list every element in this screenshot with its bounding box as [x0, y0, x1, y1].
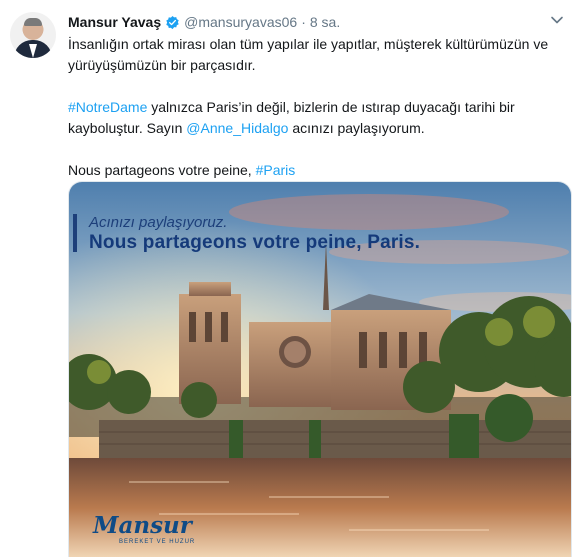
author-name[interactable]: Mansur Yavaş [68, 14, 161, 30]
chevron-down-icon[interactable] [550, 14, 564, 26]
brand-logo: Mansur [93, 512, 192, 539]
tweet-text: İnsanlığın ortak mirası olan tüm yapılar… [68, 34, 562, 181]
hashtag-paris[interactable]: #Paris [256, 162, 296, 178]
avatar-hair [24, 18, 42, 26]
tweet-time[interactable]: 8 sa. [310, 14, 340, 30]
tweet-line: kayboluştur. Sayın @Anne_Hidalgo acınızı… [68, 118, 562, 139]
brand-tagline: BEREKET VE HUZUR [119, 539, 196, 545]
tweet-text-segment: Nous partageons votre peine, [68, 162, 256, 178]
tweet-line: Nous partageons votre peine, #Paris [68, 160, 562, 181]
tweet-line: #NotreDame yalnızca Paris’in değil, bizl… [68, 97, 562, 118]
tweet-text-segment: kayboluştur. Sayın [68, 120, 187, 136]
headline-accent-bar [73, 214, 77, 252]
tweet-text-segment: yalnızca Paris’in değil, bizlerin de ıst… [147, 99, 515, 115]
media-kicker: Acınızı paylaşıyoruz. [89, 214, 228, 231]
hashtag-notredame[interactable]: #NotreDame [68, 99, 147, 115]
mention-anne-hidalgo[interactable]: @Anne_Hidalgo [186, 120, 288, 136]
separator-dot: · [301, 14, 306, 30]
tweet[interactable]: Mansur Yavaş @mansuryavas06 · 8 sa. İnsa… [0, 0, 572, 557]
tweet-text-segment: acınızı paylaşıyorum. [288, 120, 425, 136]
tweet-line: yürüyüşümüzün bir parçasıdır. [68, 57, 256, 73]
media-headline: Nous partageons votre peine, Paris. [89, 232, 421, 253]
tweet-header: Mansur Yavaş @mansuryavas06 · 8 sa. [68, 12, 340, 32]
verified-badge-icon [166, 15, 179, 29]
avatar[interactable] [10, 12, 56, 58]
author-handle[interactable]: @mansuryavas06 [184, 14, 297, 30]
tweet-line: İnsanlığın ortak mirası olan tüm yapılar… [68, 36, 549, 52]
tweet-media-image[interactable]: Acınızı paylaşıyoruz. Nous partageons vo… [68, 181, 572, 557]
